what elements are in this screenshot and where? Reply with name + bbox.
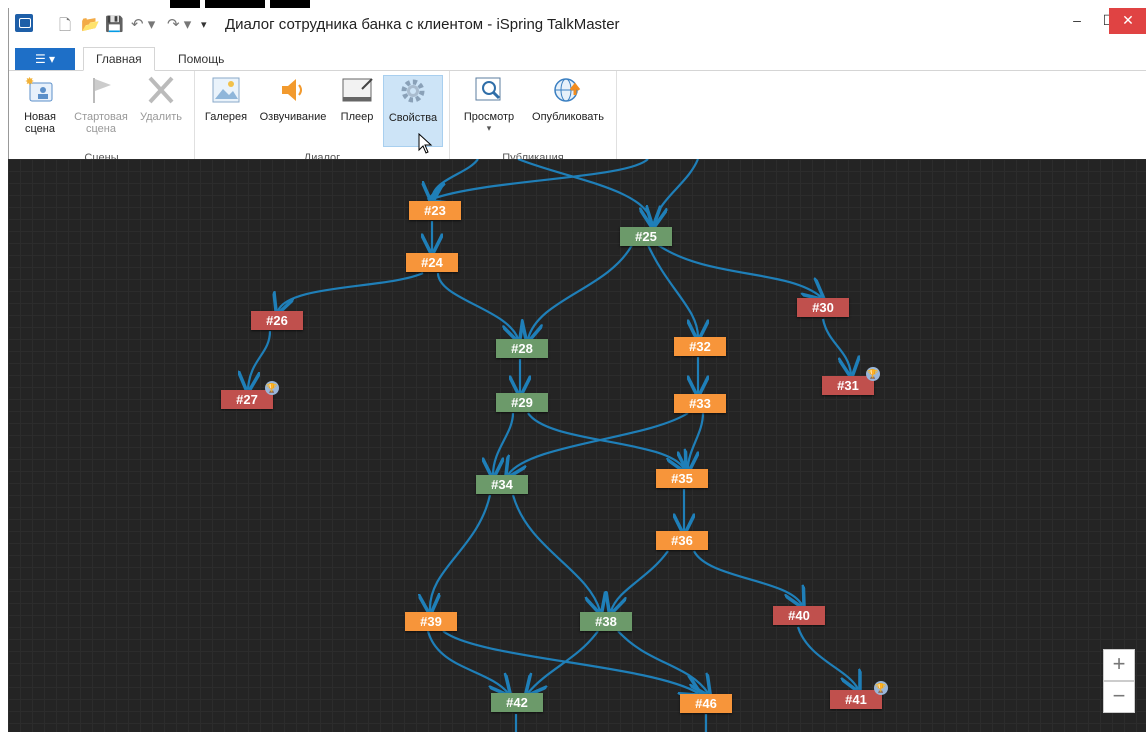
trophy-icon: 🏆 [265,381,279,395]
player-button[interactable]: Плеер [335,75,379,123]
new-scene-icon: ✸ [25,76,53,102]
svg-text:✸: ✸ [25,76,34,88]
window-title: Диалог сотрудника банка с клиентом - iSp… [225,16,620,33]
title-bar: 🗋 📂 💾 ↶ ▾ ↷ ▾ ▾ Диалог сотрудника банка … [9,8,1146,40]
magnifier-icon [475,77,501,101]
top-strip [0,0,1146,8]
graph-edges [8,159,1146,732]
scene-node[interactable]: #39 [405,612,457,631]
customize-icon[interactable]: ▾ [201,18,207,31]
tab-home[interactable]: Главная [83,47,155,71]
speaker-icon [282,79,302,101]
group-dialog: Галерея Озвучивание Плеер Свойства Диало… [195,71,450,166]
flag-icon [93,78,111,103]
scene-node[interactable]: #25 [620,227,672,246]
scene-node[interactable]: #42 [491,693,543,712]
player-icon [342,78,373,102]
scene-node[interactable]: #31 🏆 [822,367,880,395]
start-scene-button[interactable]: Стартовая сцена [69,75,133,135]
new-icon[interactable]: 🗋 [59,15,71,40]
gear-icon [401,79,425,103]
scene-node[interactable]: #26 [251,311,303,330]
properties-button[interactable]: Свойства [383,75,443,147]
close-button[interactable]: ✕ [1109,8,1146,34]
scene-node[interactable]: #35 [656,469,708,488]
ribbon: ✸ Новая сцена Стартовая сцена Удалить Сцен… [9,71,1146,167]
scene-node[interactable]: #41 🏆 [830,681,888,709]
gallery-icon [212,77,240,103]
scene-node[interactable]: #32 [674,337,726,356]
trophy-icon: 🏆 [866,367,880,381]
zoom-out-button[interactable]: − [1103,681,1135,713]
scene-node[interactable]: #28 [496,339,548,358]
scene-node[interactable]: #46 [680,694,732,713]
globe-upload-icon [554,78,581,102]
scene-node[interactable]: #40 [773,606,825,625]
scene-node[interactable]: #27 🏆 [221,381,279,409]
file-menu-button[interactable]: ☰ ▾ [15,48,75,70]
scene-node[interactable]: #34 [476,475,528,494]
app-logo-icon[interactable] [15,14,33,32]
publish-button[interactable]: Опубликовать [524,75,612,123]
scene-node[interactable]: #30 [797,298,849,317]
undo-icon[interactable]: ↶ ▾ [131,15,155,33]
group-publish: Просмотр ▾ Опубликовать Публикация [450,71,617,166]
voice-button[interactable]: Озвучивание [253,75,333,123]
minimize-button[interactable]: – [1061,8,1093,34]
scene-node[interactable]: #24 [406,253,458,272]
delete-icon [148,76,174,104]
scene-node[interactable]: #38 [580,612,632,631]
ribbon-tabs: ☰ ▾ Главная Помощь [9,40,1146,71]
save-icon[interactable]: 💾 [105,15,124,33]
new-scene-button[interactable]: ✸ Новая сцена [13,75,67,135]
zoom-in-button[interactable]: + [1103,649,1135,681]
tab-help[interactable]: Помощь [166,48,236,70]
scene-node[interactable]: #33 [674,394,726,413]
scene-node[interactable]: #29 [496,393,548,412]
mouse-cursor-icon [418,133,433,154]
scene-graph-canvas[interactable]: #23 #25 #24 #26 #30 #28 #32 #27 🏆 #31 🏆 #2… [8,159,1146,732]
redo-icon[interactable]: ↷ ▾ [167,15,191,33]
group-scenes: ✸ Новая сцена Стартовая сцена Удалить Сцен… [9,71,195,166]
open-icon[interactable]: 📂 [81,15,100,33]
trophy-icon: 🏆 [874,681,888,695]
gallery-button[interactable]: Галерея [201,75,251,123]
scene-node[interactable]: #23 [409,201,461,220]
delete-scene-button[interactable]: Удалить [135,75,187,123]
scene-node[interactable]: #36 [656,531,708,550]
preview-button[interactable]: Просмотр ▾ [456,75,522,134]
